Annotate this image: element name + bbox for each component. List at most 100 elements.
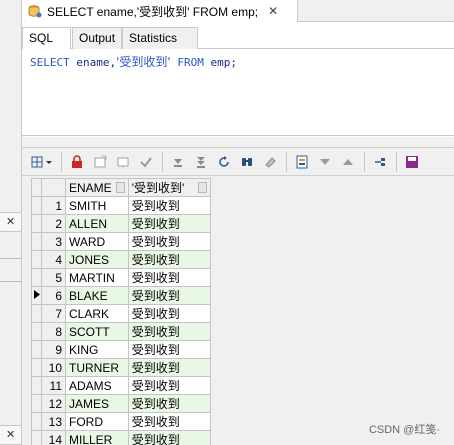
- find-icon[interactable]: [236, 151, 258, 173]
- filter-down-icon[interactable]: [314, 151, 336, 173]
- table-row[interactable]: 12 JAMES 受到收到: [31, 394, 211, 413]
- toolbar-separator: [396, 151, 397, 172]
- filter-up-icon[interactable]: [337, 151, 359, 173]
- tab-sql[interactable]: SQL: [22, 27, 71, 50]
- table-row[interactable]: 6 BLAKE 受到收到: [31, 286, 211, 305]
- table-row[interactable]: 9 KING 受到收到: [31, 340, 211, 359]
- sql-window-tab[interactable]: SELECT ename,'受到收到' FROM emp; ✕: [22, 0, 298, 22]
- export-icon[interactable]: [291, 151, 313, 173]
- result-grid-area: ENAME '受到收到' 1 SMITH 受到收到 2 ALLEN 受到收到 3 WARD 受到…: [22, 176, 454, 445]
- cell-literal[interactable]: 受到收到: [127, 430, 211, 445]
- row-number[interactable]: 6: [41, 286, 66, 305]
- row-indicator: [31, 376, 42, 395]
- cell-ename[interactable]: FORD: [65, 412, 129, 431]
- cell-literal[interactable]: 受到收到: [127, 394, 211, 413]
- new-record-icon[interactable]: [89, 151, 111, 173]
- cell-literal[interactable]: 受到收到: [127, 268, 211, 287]
- table-row[interactable]: 5 MARTIN 受到收到: [31, 268, 211, 287]
- row-number[interactable]: 14: [41, 430, 66, 445]
- table-row[interactable]: 14 MILLER 受到收到: [31, 430, 211, 445]
- row-number[interactable]: 11: [41, 376, 66, 395]
- row-number[interactable]: 10: [41, 358, 66, 377]
- row-number[interactable]: 5: [41, 268, 66, 287]
- cell-ename[interactable]: TURNER: [65, 358, 129, 377]
- tab-output[interactable]: Output: [72, 27, 122, 49]
- table-row[interactable]: 11 ADAMS 受到收到: [31, 376, 211, 395]
- row-number[interactable]: 7: [41, 304, 66, 323]
- row-number[interactable]: 2: [41, 214, 66, 233]
- cell-literal[interactable]: 受到收到: [127, 196, 211, 215]
- clear-record-icon[interactable]: [112, 151, 134, 173]
- toolbar-separator: [286, 151, 287, 172]
- cell-ename[interactable]: SCOTT: [65, 322, 129, 341]
- cell-literal[interactable]: 受到收到: [127, 340, 211, 359]
- cell-literal[interactable]: 受到收到: [127, 286, 211, 305]
- row-number[interactable]: 4: [41, 250, 66, 269]
- table-row[interactable]: 8 SCOTT 受到收到: [31, 322, 211, 341]
- cell-literal[interactable]: 受到收到: [127, 214, 211, 233]
- cell-literal[interactable]: 受到收到: [127, 376, 211, 395]
- tab-statistics[interactable]: Statistics: [122, 27, 198, 49]
- table-row[interactable]: 13 FORD 受到收到: [31, 412, 211, 431]
- row-indicator: [31, 340, 42, 359]
- row-indicator: [31, 214, 42, 233]
- cell-ename[interactable]: SMITH: [65, 196, 129, 215]
- refresh-icon[interactable]: [213, 151, 235, 173]
- fetch-last-icon[interactable]: [190, 151, 212, 173]
- cell-ename[interactable]: CLARK: [65, 304, 129, 323]
- table-row[interactable]: 7 CLARK 受到收到: [31, 304, 211, 323]
- column-menu-button[interactable]: [115, 182, 125, 193]
- row-number[interactable]: 3: [41, 232, 66, 251]
- cell-literal[interactable]: 受到收到: [127, 250, 211, 269]
- connect-icon[interactable]: [369, 151, 391, 173]
- sql-editor[interactable]: SELECT ename,'受到收到' FROM emp;: [22, 49, 454, 136]
- cell-ename[interactable]: MARTIN: [65, 268, 129, 287]
- table-row[interactable]: 3 WARD 受到收到: [31, 232, 211, 251]
- grid-options-icon[interactable]: [28, 151, 56, 173]
- column-menu-button[interactable]: [197, 182, 207, 193]
- row-number[interactable]: 8: [41, 322, 66, 341]
- fetch-next-icon[interactable]: [167, 151, 189, 173]
- cell-ename[interactable]: ADAMS: [65, 376, 129, 395]
- row-number[interactable]: 9: [41, 340, 66, 359]
- cell-ename[interactable]: KING: [65, 340, 129, 359]
- row-indicator: [31, 286, 42, 305]
- save-icon[interactable]: [401, 151, 423, 173]
- table-row[interactable]: 2 ALLEN 受到收到: [31, 214, 211, 233]
- row-number[interactable]: 12: [41, 394, 66, 413]
- cell-literal[interactable]: 受到收到: [127, 304, 211, 323]
- row-indicator: [31, 412, 42, 431]
- row-number[interactable]: 1: [41, 196, 66, 215]
- close-icon[interactable]: ✕: [0, 425, 21, 445]
- table-row[interactable]: 1 SMITH 受到收到: [31, 196, 211, 215]
- lock-icon[interactable]: [66, 151, 88, 173]
- column-header-ename[interactable]: ENAME: [65, 178, 129, 197]
- close-icon[interactable]: ✕: [268, 4, 278, 18]
- cell-literal[interactable]: 受到收到: [127, 358, 211, 377]
- cell-ename[interactable]: WARD: [65, 232, 129, 251]
- clear-icon[interactable]: [259, 151, 281, 173]
- sql-table: emp;: [203, 56, 237, 69]
- database-icon: [28, 4, 42, 18]
- post-record-icon[interactable]: [135, 151, 157, 173]
- table-row[interactable]: 10 TURNER 受到收到: [31, 358, 211, 377]
- splitter[interactable]: [22, 137, 454, 148]
- cell-ename[interactable]: MILLER: [65, 430, 129, 445]
- cell-ename[interactable]: JONES: [65, 250, 129, 269]
- toolbar-separator: [61, 151, 62, 172]
- row-number[interactable]: 13: [41, 412, 66, 431]
- row-indicator: [31, 232, 42, 251]
- row-number-header: [41, 178, 66, 197]
- sql-keyword: SELECT: [30, 56, 70, 69]
- row-indicator: [31, 430, 42, 445]
- cell-literal[interactable]: 受到收到: [127, 232, 211, 251]
- column-header-literal[interactable]: '受到收到': [127, 178, 211, 197]
- cell-literal[interactable]: 受到收到: [127, 412, 211, 431]
- cell-ename[interactable]: BLAKE: [65, 286, 129, 305]
- cell-ename[interactable]: JAMES: [65, 394, 129, 413]
- left-panel-edge: ✕ ✕: [0, 0, 22, 445]
- cell-ename[interactable]: ALLEN: [65, 214, 129, 233]
- close-icon[interactable]: ✕: [0, 212, 21, 232]
- table-row[interactable]: 4 JONES 受到收到: [31, 250, 211, 269]
- cell-literal[interactable]: 受到收到: [127, 322, 211, 341]
